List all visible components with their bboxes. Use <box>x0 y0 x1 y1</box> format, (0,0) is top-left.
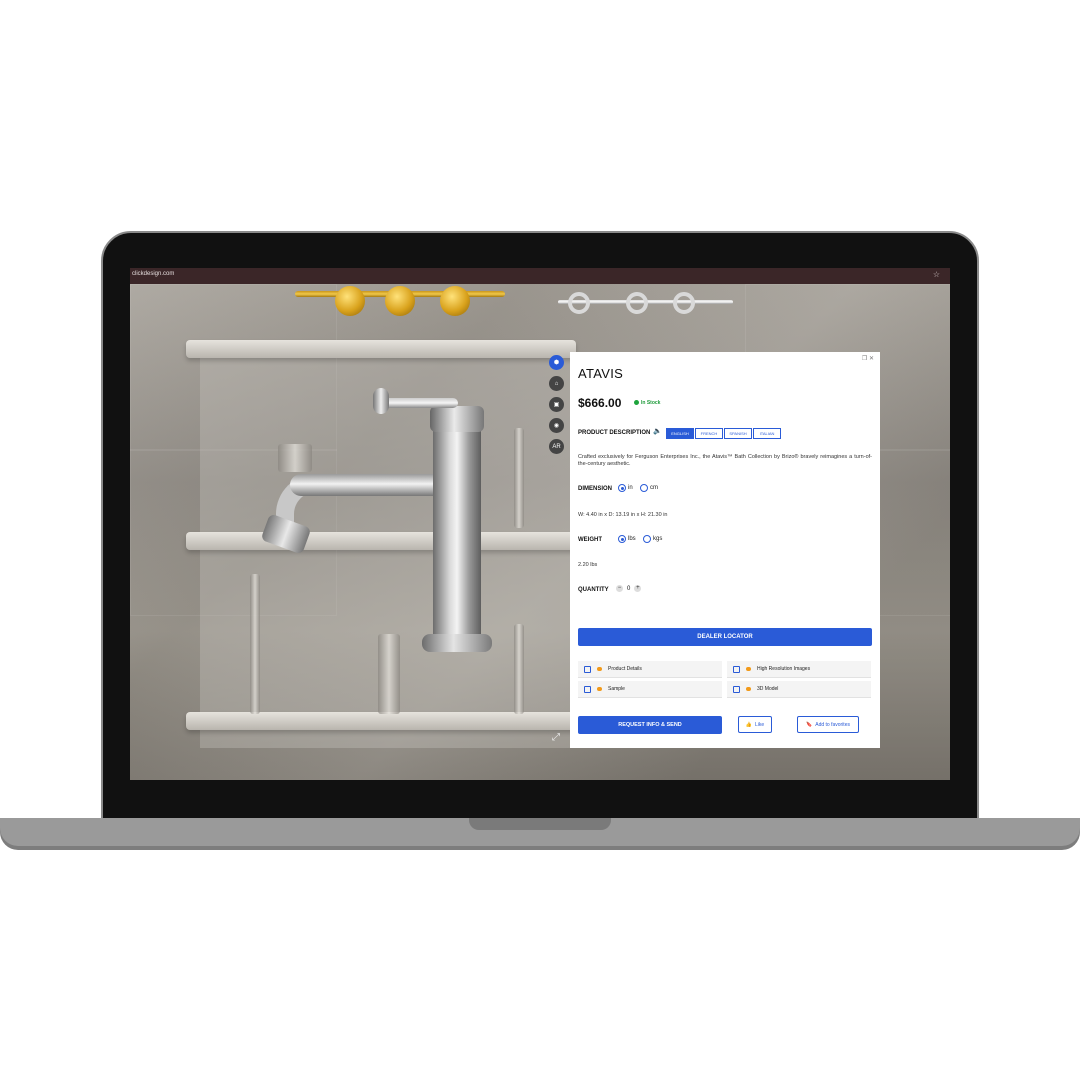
url-text[interactable]: clickdesign.com <box>132 271 174 277</box>
camera-icon[interactable]: ◉ <box>549 418 564 433</box>
hanger-icon[interactable]: ⌂ <box>549 376 564 391</box>
gold-knob <box>440 286 470 316</box>
dimension-value: W: 4.40 in x D: 13.19 in x H: 21.30 in <box>578 512 668 518</box>
bookmark-star-icon[interactable]: ☆ <box>933 270 940 279</box>
dimension-cm-label: cm <box>650 485 658 491</box>
dimension-cm-radio[interactable]: cm <box>640 484 658 492</box>
checkbox[interactable] <box>584 685 591 693</box>
add-to-favorites-button[interactable]: 🔖 Add to favorites <box>797 716 859 733</box>
quantity-value[interactable]: 0 <box>627 586 630 592</box>
option-3d-model[interactable]: 3D Model <box>727 681 871 698</box>
radio-lbs-circle[interactable] <box>618 535 626 543</box>
dimension-in-label: in <box>628 485 633 491</box>
gold-fixture <box>295 286 505 316</box>
weight-lbs-label: lbs <box>628 536 636 542</box>
option-label: 3D Model <box>757 686 779 692</box>
stock-status: In Stock <box>634 400 660 406</box>
option-label: Product Details <box>608 666 642 672</box>
dealer-locator-button[interactable]: DEALER LOCATOR <box>578 628 872 646</box>
option-high-res-images[interactable]: High Resolution Images <box>727 661 871 678</box>
faucet-body <box>433 426 481 644</box>
quantity-stepper[interactable]: − 0 + <box>616 585 642 592</box>
chrome-ring <box>626 292 648 314</box>
weight-value: 2.20 lbs <box>578 562 598 568</box>
product-panel: ❐ ✕ ATAVIS $666.00 In Stock PRODUCT DESC… <box>570 352 880 748</box>
dimension-label: DIMENSION <box>578 486 613 492</box>
lang-french[interactable]: FRENCH <box>695 428 723 439</box>
radio-kgs-circle[interactable] <box>643 535 651 543</box>
like-label: Like <box>755 721 765 728</box>
weight-kgs-label: kgs <box>653 536 663 542</box>
chrome-ring <box>673 292 695 314</box>
checkbox[interactable] <box>584 665 591 673</box>
ar-button[interactable]: AR <box>549 439 564 454</box>
shelf <box>186 532 576 550</box>
speaker-icon[interactable]: 🔈 <box>653 427 662 435</box>
thumbs-up-icon: 👍 <box>745 721 753 728</box>
increment-button[interactable]: + <box>634 585 642 592</box>
stock-text: In Stock <box>641 400 661 406</box>
favorites-label: Add to favorites <box>815 721 850 728</box>
chrome-ring <box>568 292 590 314</box>
weight-kgs-radio[interactable]: kgs <box>643 535 662 543</box>
screen: clickdesign.com ☆ ⬢ ⌂ ▣ ◉ AR ⤢ ❐ ✕ ATAVI… <box>130 268 950 780</box>
lang-italian[interactable]: ITALIAN <box>753 428 781 439</box>
close-icon[interactable]: ✕ <box>869 356 874 362</box>
faucet-knob <box>373 388 389 414</box>
radio-cm-circle[interactable] <box>640 484 648 492</box>
shelf <box>186 340 576 358</box>
weight-label: WEIGHT <box>578 537 602 543</box>
weight-lbs-radio[interactable]: lbs <box>618 535 636 543</box>
lang-spanish[interactable]: SPANISH <box>724 428 752 439</box>
option-sample[interactable]: Sample <box>578 681 722 698</box>
quantity-label: QUANTITY <box>578 587 609 593</box>
product-description: Crafted exclusively for Ferguson Enterpr… <box>578 454 872 467</box>
checkbox[interactable] <box>733 685 740 693</box>
window-controls[interactable]: ❐ ✕ <box>862 355 874 362</box>
description-label: PRODUCT DESCRIPTION <box>578 430 651 436</box>
restore-icon[interactable]: ❐ <box>862 356 867 362</box>
expand-icon[interactable]: ⤢ <box>552 732 560 743</box>
cube-icon[interactable]: ⬢ <box>549 355 564 370</box>
ar-label: AR <box>552 443 561 450</box>
scene-background: ⬢ ⌂ ▣ ◉ AR ⤢ ❐ ✕ ATAVIS $666.00 In Stock… <box>130 284 950 780</box>
like-button[interactable]: 👍 Like <box>738 716 772 733</box>
browser-bar: clickdesign.com ☆ <box>130 268 950 284</box>
language-tabs: ENGLISH FRENCH SPANISH ITALIAN <box>666 428 781 439</box>
option-label: Sample <box>608 686 625 692</box>
decrement-button[interactable]: − <box>616 585 623 592</box>
gold-knob <box>335 286 365 316</box>
folder-icon <box>597 667 602 671</box>
stock-dot-icon <box>634 400 639 405</box>
image-icon[interactable]: ▣ <box>549 397 564 412</box>
bg-faucet <box>514 624 524 714</box>
product-price: $666.00 <box>578 396 622 410</box>
bg-faucet <box>250 574 260 714</box>
lang-english[interactable]: ENGLISH <box>666 428 694 439</box>
bg-faucet <box>514 428 524 528</box>
dimension-in-radio[interactable]: in <box>618 484 633 492</box>
faucet-spout <box>290 474 450 496</box>
folder-icon <box>746 687 751 691</box>
bookmark-icon: 🔖 <box>806 721 813 728</box>
bg-faucet <box>378 634 400 714</box>
folder-icon <box>597 687 602 691</box>
gold-knob <box>385 286 415 316</box>
option-label: High Resolution Images <box>757 666 811 672</box>
request-info-button[interactable]: REQUEST INFO & SEND <box>578 716 722 734</box>
chrome-fixture <box>558 292 733 322</box>
checkbox[interactable] <box>733 665 740 673</box>
option-product-details[interactable]: Product Details <box>578 661 722 678</box>
bg-faucet <box>278 444 312 472</box>
product-title: ATAVIS <box>578 366 624 381</box>
radio-in-circle[interactable] <box>618 484 626 492</box>
laptop-notch <box>469 818 611 830</box>
faucet-base <box>422 634 492 652</box>
faucet-cap <box>430 406 484 432</box>
folder-icon <box>746 667 751 671</box>
